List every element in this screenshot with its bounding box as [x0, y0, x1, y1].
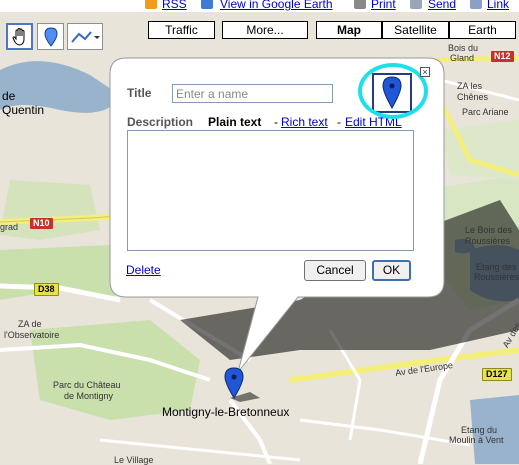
send-icon: [410, 0, 422, 9]
description-textarea[interactable]: [127, 130, 414, 251]
map-label: ZA les: [457, 81, 483, 91]
delete-link[interactable]: Delete: [126, 263, 161, 277]
google-earth-icon: [201, 0, 213, 9]
map-label: Etang du: [461, 425, 498, 435]
mode-separator: -: [337, 115, 341, 129]
placemark-icon: [43, 26, 58, 47]
map-type-satellite-button[interactable]: Satellite: [382, 21, 449, 39]
title-input[interactable]: [172, 84, 333, 103]
traffic-button[interactable]: Traffic: [148, 21, 215, 39]
view-in-google-earth-link[interactable]: View in Google Earth: [220, 0, 333, 11]
map-type-earth-button[interactable]: Earth: [449, 21, 516, 39]
print-icon: [354, 0, 366, 9]
more-button[interactable]: More...: [222, 21, 308, 39]
road-shield: N10: [30, 218, 53, 229]
cancel-button[interactable]: Cancel: [304, 260, 366, 281]
close-icon[interactable]: ×: [420, 67, 430, 77]
map-label: Etang des: [476, 262, 517, 272]
ok-button[interactable]: OK: [372, 260, 411, 281]
road-shield: N12: [491, 51, 514, 62]
map-label: Gland: [450, 53, 475, 63]
hand-icon: [11, 27, 24, 46]
map-label: Chênes: [457, 92, 489, 102]
rich-text-link[interactable]: Rich text: [281, 115, 328, 129]
placemark-tool-button[interactable]: [37, 23, 64, 50]
map-placemark-icon[interactable]: [224, 367, 244, 399]
link-icon: [470, 0, 482, 9]
title-label: Title: [127, 86, 152, 100]
hand-tool-button[interactable]: [6, 23, 33, 50]
map-label: ZA de: [18, 319, 42, 329]
map-label: Roussières: [474, 272, 519, 282]
map-label: grad: [0, 222, 19, 232]
rss-link[interactable]: RSS: [162, 0, 187, 11]
map-label: Quentin: [2, 103, 45, 117]
map-label: Le Bois des: [465, 225, 513, 235]
description-label: Description: [127, 115, 194, 129]
map-label: Bois du: [448, 43, 479, 53]
map-label: Parc du Château: [53, 380, 121, 390]
line-tool-button[interactable]: [67, 23, 103, 50]
map-label: Parc Ariane: [462, 107, 509, 117]
highlight-ring: [358, 63, 428, 119]
map-label: de Montigny: [64, 391, 114, 401]
road-shield: D127: [482, 368, 512, 381]
map-label: de: [2, 89, 16, 103]
map-label: Moulin à Vent: [449, 435, 504, 445]
road-shield: D38: [34, 283, 59, 296]
map-label: l'Observatoire: [4, 330, 60, 340]
print-link[interactable]: Print: [371, 0, 396, 11]
mode-separator: -: [274, 115, 278, 129]
send-link[interactable]: Send: [428, 0, 456, 11]
plain-text-mode: Plain text: [208, 115, 262, 129]
line-icon: [71, 30, 100, 43]
map-type-map-button[interactable]: Map: [316, 21, 382, 39]
map-label: Roussières: [465, 236, 511, 246]
link-link[interactable]: Link: [487, 0, 509, 11]
rss-icon: [145, 0, 157, 9]
map-label: Montigny-le-Bretonneux: [162, 405, 290, 419]
top-links-bar: RSS View in Google Earth Print Send Link: [0, 0, 519, 12]
